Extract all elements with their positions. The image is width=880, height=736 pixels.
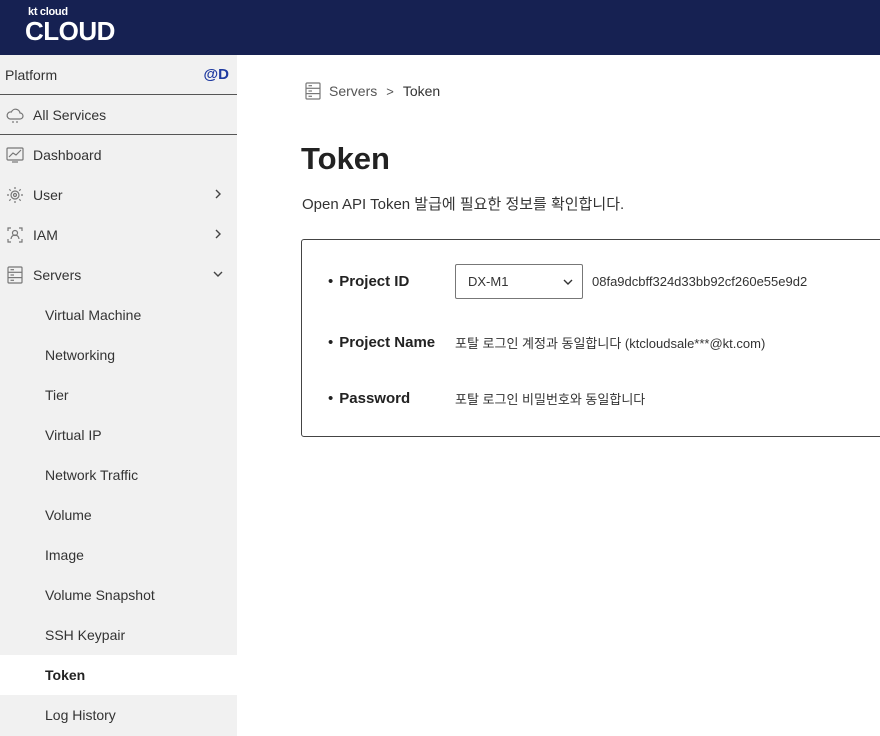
- chevron-right-icon: [215, 189, 221, 199]
- server-icon: [0, 265, 33, 285]
- kt-cloud-logo[interactable]: kt cloud CLOUD: [25, 6, 115, 44]
- page-description: Open API Token 발급에 필요한 정보를 확인합니다.: [302, 196, 625, 213]
- cloud-icon: [0, 105, 33, 125]
- project-id-label: Project ID: [328, 273, 455, 290]
- project-select-value: DX-M1: [468, 274, 509, 289]
- project-name-row: Project Name 포탈 로그인 계정과 동일합니다 (ktcloudsa…: [328, 333, 765, 352]
- page-title: Token: [301, 141, 390, 176]
- sidebar-subitem-tier[interactable]: Tier: [0, 375, 237, 415]
- user-gear-icon: [0, 185, 33, 205]
- project-name-value: 포탈 로그인 계정과 동일합니다 (ktcloudsale***@kt.com): [455, 336, 766, 351]
- sidebar-item-dashboard[interactable]: Dashboard: [0, 135, 237, 175]
- sidebar-subitem-volume-snapshot[interactable]: Volume Snapshot: [0, 575, 237, 615]
- sidebar-subitem-token[interactable]: Token: [0, 655, 237, 695]
- password-value: 포탈 로그인 비밀번호와 동일합니다: [455, 392, 646, 407]
- sidebar-item-label: All Services: [33, 106, 107, 123]
- project-select[interactable]: DX-M1: [455, 264, 583, 299]
- sidebar-subitem-ssh-keypair[interactable]: SSH Keypair: [0, 615, 237, 655]
- chevron-down-icon: [213, 271, 223, 277]
- chevron-right-icon: [215, 229, 221, 239]
- password-row: Password 포탈 로그인 비밀번호와 동일합니다: [328, 389, 645, 408]
- sidebar: Platform @D All Services Dashboard User …: [0, 55, 237, 736]
- sidebar-item-label: Dashboard: [33, 147, 102, 163]
- breadcrumb-current: Token: [402, 83, 441, 99]
- chevron-down-icon: [563, 279, 573, 285]
- logo-big-text: CLOUD: [25, 16, 115, 46]
- sidebar-item-user[interactable]: User: [0, 175, 237, 215]
- iam-icon: [0, 225, 33, 245]
- sidebar-item-label: Servers: [33, 267, 82, 283]
- token-info-card: Project ID DX-M1 08fa9dcbff324d33bb92cf2…: [301, 239, 880, 437]
- sidebar-item-iam[interactable]: IAM: [0, 215, 237, 255]
- sidebar-subitem-image[interactable]: Image: [0, 535, 237, 575]
- password-label: Password: [328, 390, 455, 407]
- sidebar-item-label: IAM: [33, 227, 58, 243]
- sidebar-subitem-volume[interactable]: Volume: [0, 495, 237, 535]
- breadcrumb: Servers > Token: [303, 81, 440, 101]
- sidebar-subitem-virtual-ip[interactable]: Virtual IP: [0, 415, 237, 455]
- dashboard-icon: [0, 145, 33, 165]
- platform-user-badge: @D: [203, 66, 229, 83]
- sidebar-subitem-log-history[interactable]: Log History: [0, 695, 237, 735]
- project-id-row: Project ID DX-M1 08fa9dcbff324d33bb92cf2…: [328, 264, 807, 299]
- sidebar-subitem-networking[interactable]: Networking: [0, 335, 237, 375]
- sidebar-item-all-services[interactable]: All Services: [0, 95, 237, 135]
- sidebar-subitem-network-traffic[interactable]: Network Traffic: [0, 455, 237, 495]
- sidebar-item-servers[interactable]: Servers: [0, 255, 237, 295]
- server-icon: [305, 82, 321, 100]
- sidebar-subitem-virtual-machine[interactable]: Virtual Machine: [0, 295, 237, 335]
- breadcrumb-servers-link[interactable]: Servers: [329, 83, 377, 99]
- sidebar-item-label: User: [33, 187, 63, 203]
- project-id-value: 08fa9dcbff324d33bb92cf260e55e9d2: [592, 274, 808, 289]
- breadcrumb-separator: >: [386, 83, 394, 99]
- platform-label: Platform: [5, 66, 58, 83]
- project-name-label: Project Name: [328, 334, 455, 351]
- top-bar: kt cloud CLOUD: [0, 0, 880, 55]
- main-content: Servers > Token Token Open API Token 발급에…: [237, 55, 880, 736]
- platform-selector[interactable]: Platform @D: [0, 55, 237, 95]
